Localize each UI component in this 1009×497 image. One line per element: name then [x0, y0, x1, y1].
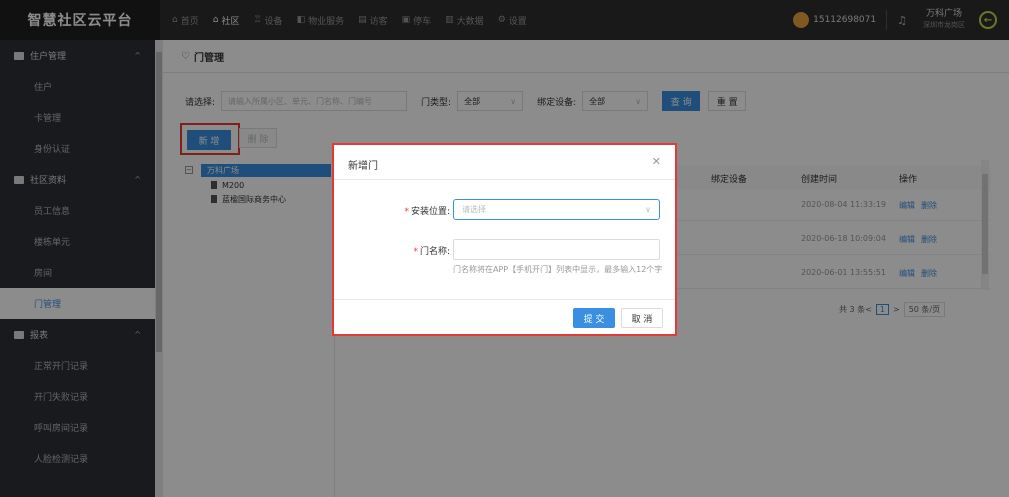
door-name-hint: 门名称将在APP【手机开门】列表中显示，最多输入12个字: [453, 265, 663, 274]
door-name-input[interactable]: [453, 239, 660, 260]
dialog-footer-divider: [334, 299, 675, 300]
submit-button[interactable]: 提 交: [573, 308, 615, 328]
required-mark: *: [413, 247, 418, 257]
chevron-down-icon: ∨: [645, 205, 651, 214]
name-field-label: * 门名称:: [413, 247, 450, 257]
close-icon[interactable]: ✕: [652, 155, 661, 168]
add-door-dialog: 新增门 ✕ * 安装位置: 请选择 ∨ * 门名称: 门名称将在APP【手机开门】列表…: [332, 143, 677, 336]
required-mark: *: [404, 207, 409, 217]
dialog-divider: [334, 179, 675, 180]
location-select[interactable]: 请选择 ∨: [453, 199, 660, 220]
dialog-title: 新增门: [348, 161, 378, 172]
location-field-label: * 安装位置:: [404, 207, 450, 217]
cancel-button[interactable]: 取 消: [621, 308, 663, 328]
